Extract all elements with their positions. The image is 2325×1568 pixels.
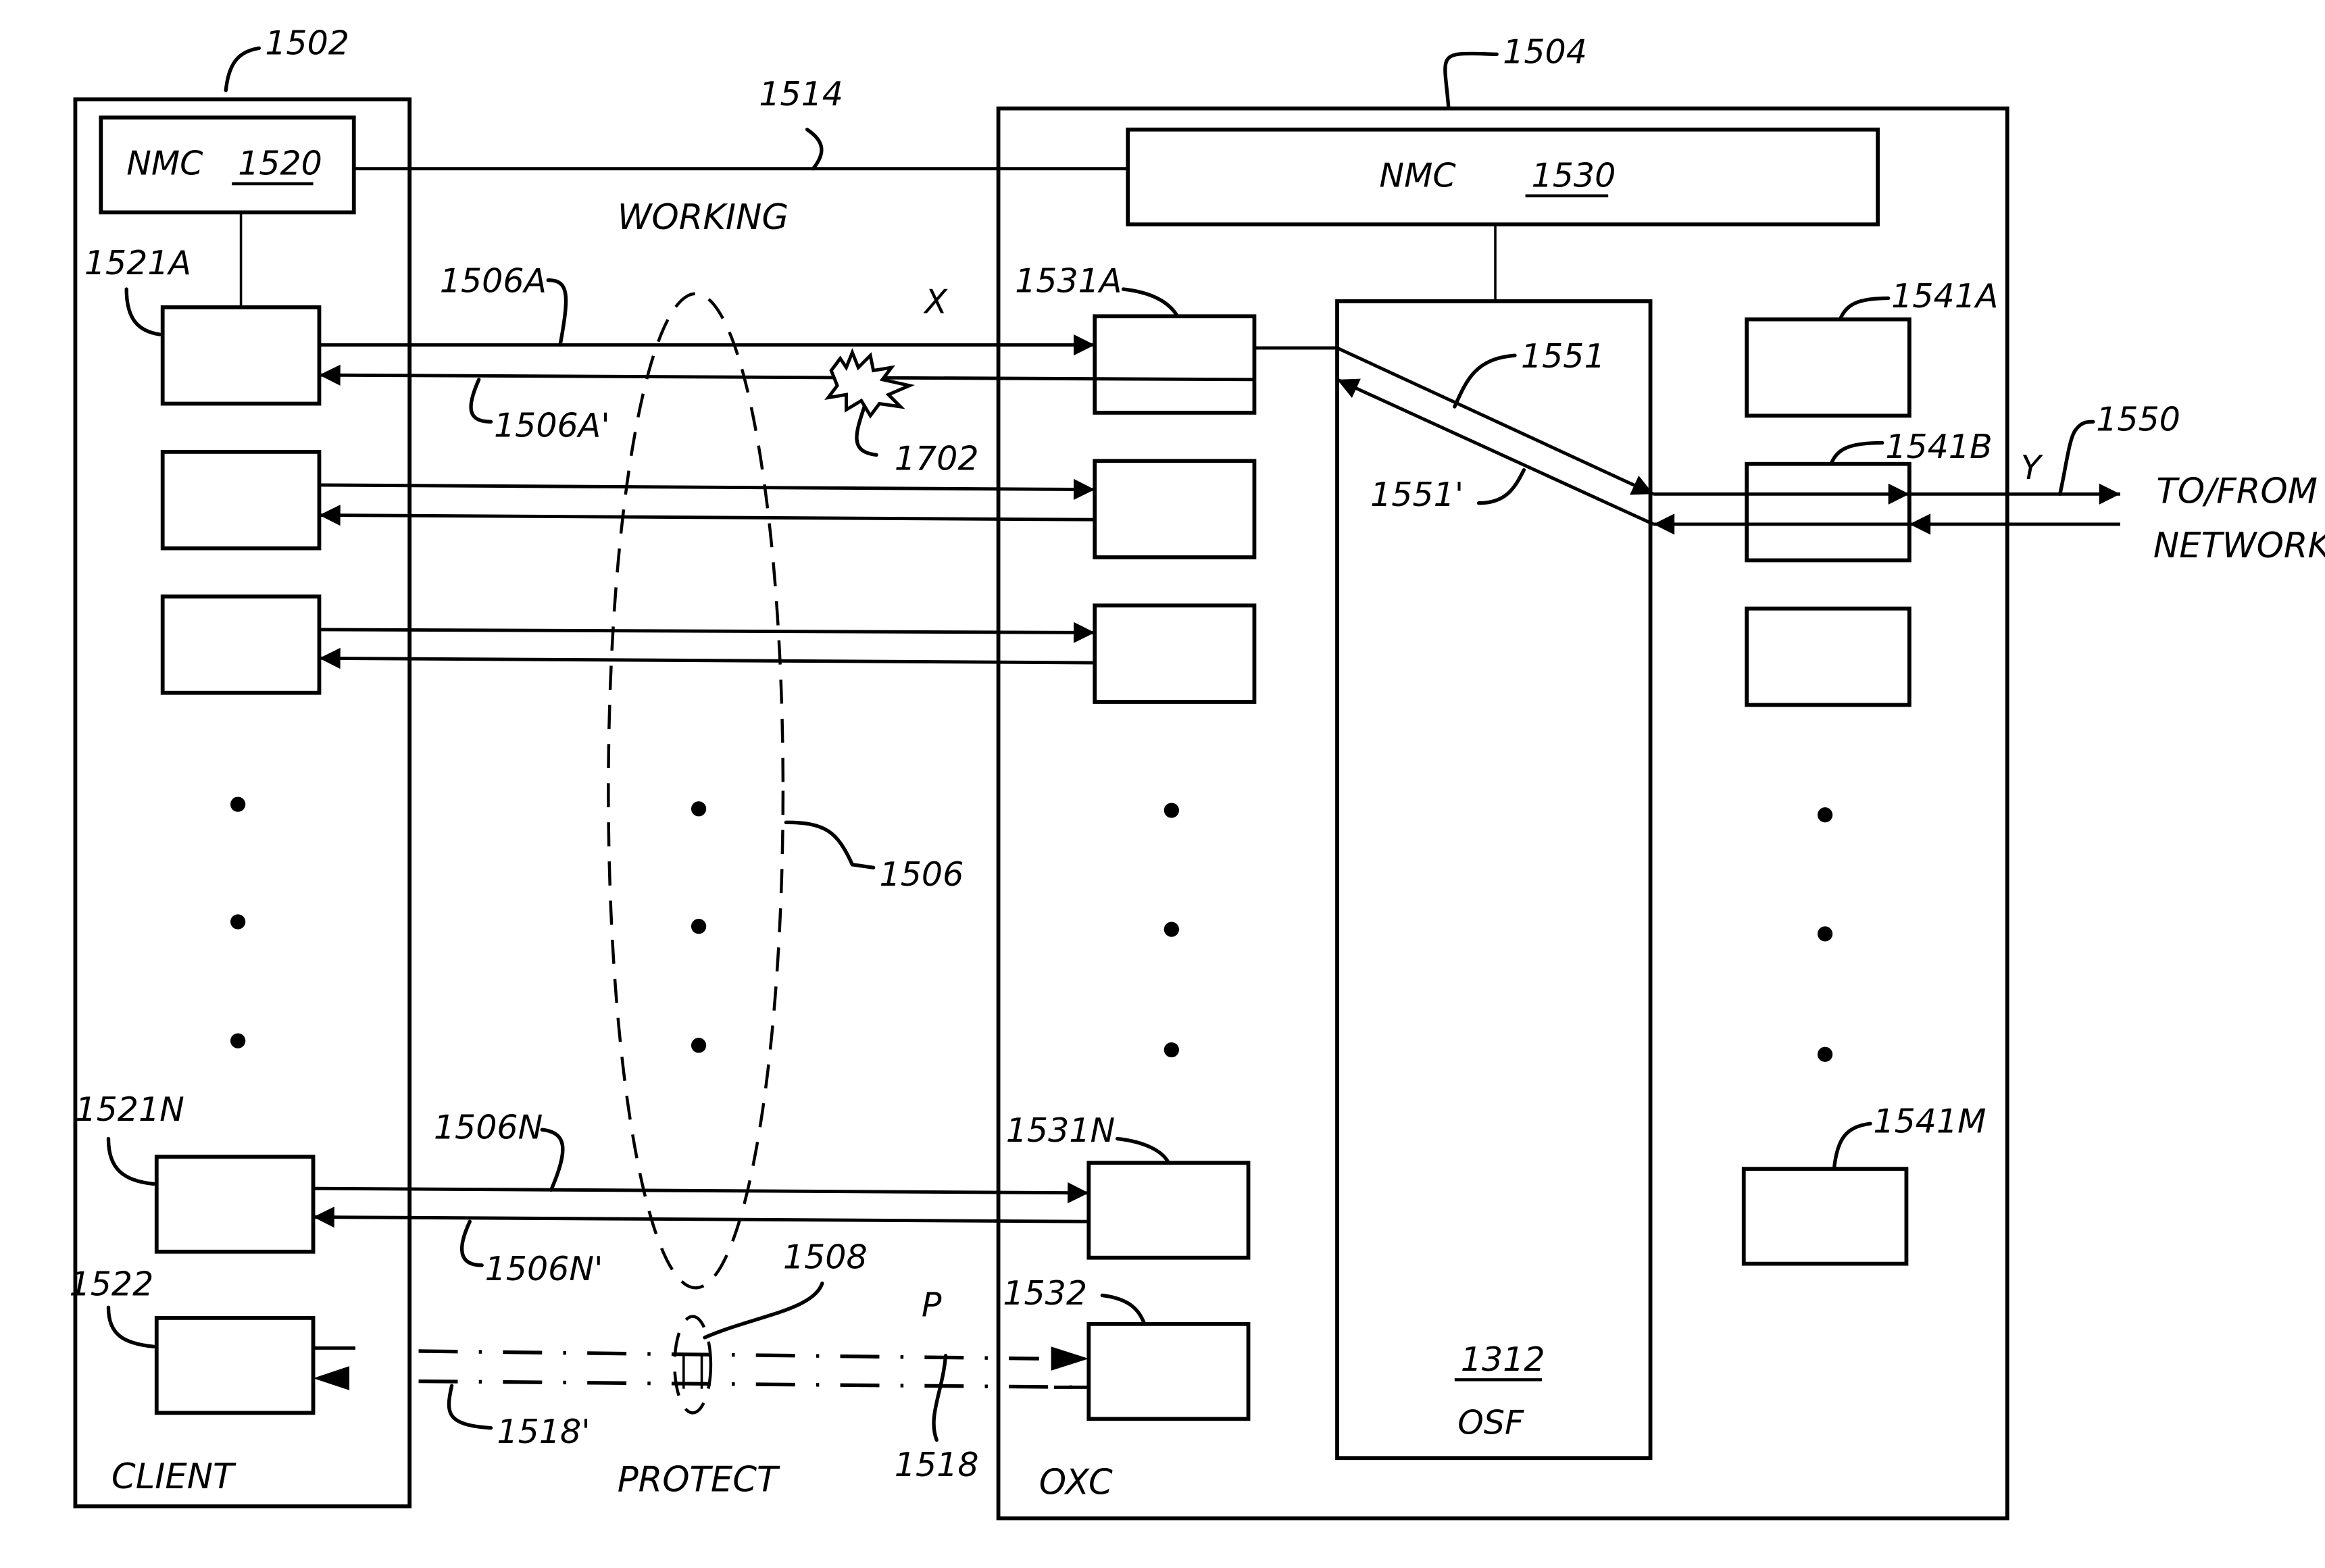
link-1506n-forward xyxy=(313,1182,1089,1204)
osf-path-reverse-ref: 1551' xyxy=(1370,475,1464,514)
oxc-nmc-box xyxy=(1126,127,1880,227)
protect-links: 1508 P 1518 1518' PROTECT xyxy=(313,1237,1089,1500)
client-port-2 xyxy=(160,449,322,551)
link-1506n-reverse xyxy=(313,1207,1089,1228)
client-port-1521n-ref: 1521N xyxy=(75,1090,184,1129)
oxc-port-1531a xyxy=(1093,314,1257,415)
oxc-port-1532-ref: 1532 xyxy=(1003,1273,1087,1313)
oxc-leader xyxy=(1443,51,1499,111)
client-port-3 xyxy=(160,595,322,695)
osf-ref: 1312 xyxy=(1461,1340,1545,1379)
link-3-reverse xyxy=(319,647,1095,669)
client-nmc-label: NMC xyxy=(126,144,203,183)
oxc-nmc-ref: 1530 xyxy=(1532,155,1616,195)
mgmt-link-ref: 1514 xyxy=(759,74,843,113)
working-group-leader xyxy=(784,820,876,869)
point-p-label: P xyxy=(922,1286,942,1325)
link-1518-rev-leader xyxy=(447,1384,493,1430)
link-1506n-rev-ref: 1506N' xyxy=(485,1249,603,1288)
client-node: 1502 CLIENT NMC 1520 1521A 1521N 1522 xyxy=(70,23,412,1509)
oxc-port-1532 xyxy=(1086,1321,1251,1421)
link-1506a-rev-ref: 1506A' xyxy=(494,406,610,445)
link-3-forward xyxy=(319,622,1095,643)
client-port-1521n xyxy=(154,1155,316,1254)
oxc-in-ellipsis-dot xyxy=(1164,921,1180,937)
oxc-out-ellipsis-dot xyxy=(1817,926,1833,942)
link-2-forward xyxy=(319,478,1095,501)
oxc-port-1541m-ref: 1541M xyxy=(1873,1102,1986,1141)
protection-switching-diagram: 1502 CLIENT NMC 1520 1521A 1521N 1522 15… xyxy=(70,23,2325,1521)
osf-label: OSF xyxy=(1457,1403,1524,1442)
oxc-port-1531n xyxy=(1086,1161,1251,1260)
working-label: WORKING xyxy=(618,197,789,238)
oxc-port-1541b-ref: 1541B xyxy=(1885,427,1992,466)
client-ellipsis-dot xyxy=(230,1033,246,1048)
oxc-port-1531n-ref: 1531N xyxy=(1006,1111,1115,1150)
link-1506n-rev-leader xyxy=(460,1219,484,1267)
mgmt-link-leader xyxy=(805,128,824,171)
point-x-label: X xyxy=(922,282,948,322)
oxc-node: 1504 OXC NMC 1530 1312 OSF 1531A 1531N 1… xyxy=(996,32,2009,1521)
client-port-1522-ref: 1522 xyxy=(70,1264,154,1303)
oxc-nmc-label: NMC xyxy=(1379,155,1456,195)
network-leader xyxy=(2058,420,2095,496)
oxc-out-ellipsis-dot xyxy=(1817,807,1833,823)
client-ellipsis-dot xyxy=(230,914,246,930)
client-ref: 1502 xyxy=(265,23,349,62)
oxc-in-ellipsis-dot xyxy=(1164,803,1180,818)
working-group-ref: 1506 xyxy=(880,855,964,894)
oxc-out-ellipsis-dot xyxy=(1817,1046,1833,1062)
osf-path-forward-ref: 1551 xyxy=(1521,336,1605,376)
oxc-name: OXC xyxy=(1039,1463,1113,1503)
client-port-1521a xyxy=(160,305,322,406)
working-ellipsis-dot xyxy=(691,919,707,934)
link-1518-leader xyxy=(932,1353,948,1442)
oxc-port-3 xyxy=(1093,603,1257,704)
client-port-1521a-ref: 1521A xyxy=(84,243,191,282)
oxc-port-1541b xyxy=(1745,461,1911,563)
network-ref: 1550 xyxy=(2096,400,2180,439)
oxc-in-ellipsis-dot xyxy=(1164,1042,1180,1058)
link-1506a-ref: 1506A xyxy=(440,261,547,301)
client-ellipsis-dot xyxy=(230,796,246,812)
fault-ref: 1702 xyxy=(895,439,979,478)
client-leader xyxy=(224,46,261,93)
oxc-port-1531a-ref: 1531A xyxy=(1015,261,1122,301)
client-name: CLIENT xyxy=(111,1457,236,1497)
client-port-1522 xyxy=(154,1315,316,1415)
oxc-port-2 xyxy=(1093,459,1257,559)
link-1518-rev-ref: 1518' xyxy=(497,1412,590,1451)
network-label-line1: TO/FROM xyxy=(2156,472,2318,512)
link-1506a-rev-leader xyxy=(469,378,493,424)
protect-label: PROTECT xyxy=(618,1459,780,1500)
protect-group-ref: 1508 xyxy=(783,1237,868,1276)
working-ellipsis-dot xyxy=(691,1038,707,1053)
link-1506n-ref: 1506N xyxy=(434,1108,543,1147)
oxc-ref: 1504 xyxy=(1503,32,1587,72)
link-1506n-leader xyxy=(540,1128,565,1192)
client-nmc-ref: 1520 xyxy=(238,144,322,183)
point-y-label: Y xyxy=(2021,448,2044,487)
link-1518-ref: 1518 xyxy=(895,1445,979,1484)
oxc-port-1541a xyxy=(1745,317,1911,418)
oxc-port-1541m xyxy=(1741,1167,1909,1266)
working-ellipsis-dot xyxy=(691,801,707,817)
link-1506a-leader xyxy=(546,278,568,347)
link-1518-reverse xyxy=(418,1379,1084,1390)
protect-group-leader xyxy=(703,1281,824,1340)
protect-group-ellipse xyxy=(673,1315,713,1415)
link-2-reverse xyxy=(319,505,1095,526)
oxc-port-3-out xyxy=(1745,606,1911,707)
fault-burst-icon xyxy=(824,348,916,419)
working-group-ellipse xyxy=(607,292,785,1290)
network-label-line2: NETWORK xyxy=(2153,526,2325,566)
oxc-port-1541a-ref: 1541A xyxy=(1891,276,1998,315)
